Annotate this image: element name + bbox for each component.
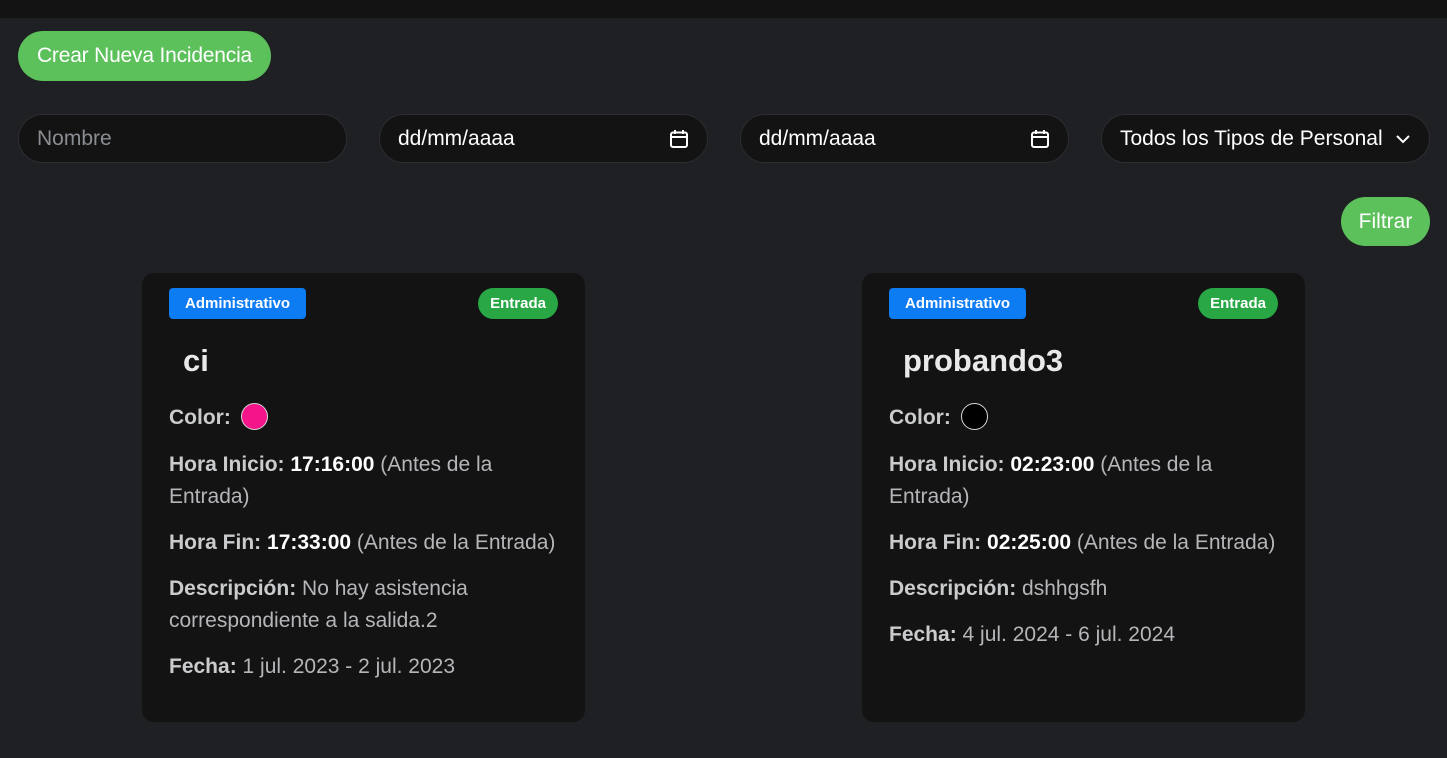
incident-card: Administrativo Entrada probando3 Color: … <box>862 273 1305 722</box>
date-label: Fecha: <box>169 655 237 678</box>
start-date-value: dd/mm/aaaa <box>398 126 515 150</box>
start-label: Hora Inicio: <box>889 453 1005 476</box>
date-range: 1 jul. 2023 - 2 jul. 2023 <box>242 655 456 678</box>
start-label: Hora Inicio: <box>169 453 285 476</box>
description-row: Descripción: No hay asistencia correspon… <box>169 573 569 637</box>
color-swatch <box>960 402 988 430</box>
end-time-row: Hora Fin: 02:25:00 (Antes de la Entrada) <box>889 527 1289 559</box>
date-range: 4 jul. 2024 - 6 jul. 2024 <box>962 623 1176 646</box>
end-label: Hora Fin: <box>169 531 262 554</box>
calendar-icon[interactable] <box>669 129 689 149</box>
end-date-value: dd/mm/aaaa <box>759 126 876 150</box>
color-label: Color: <box>169 406 231 429</box>
incident-title: probando3 <box>903 343 1064 378</box>
personnel-type-select[interactable]: Todos los Tipos de Personal <box>1101 114 1430 163</box>
start-time-row: Hora Inicio: 17:16:00 (Antes de la Entra… <box>169 449 569 513</box>
incident-title: ci <box>183 343 209 378</box>
color-label: Color: <box>889 406 951 429</box>
end-date-input[interactable]: dd/mm/aaaa <box>740 114 1069 163</box>
end-label: Hora Fin: <box>889 531 982 554</box>
chevron-down-icon <box>1395 134 1411 144</box>
color-row: Color: <box>169 402 569 434</box>
personnel-type-value: Todos los Tipos de Personal <box>1120 126 1383 150</box>
end-time: 17:33:00 <box>267 531 352 554</box>
personnel-type-badge: Administrativo <box>169 288 307 319</box>
incident-kind-badge: Entrada <box>478 288 558 319</box>
filter-button[interactable]: Filtrar <box>1341 197 1430 246</box>
end-note: (Antes de la Entrada) <box>1076 531 1276 554</box>
date-row: Fecha: 1 jul. 2023 - 2 jul. 2023 <box>169 651 569 683</box>
name-filter-placeholder: Nombre <box>37 126 112 150</box>
incident-kind-badge: Entrada <box>1198 288 1278 319</box>
date-row: Fecha: 4 jul. 2024 - 6 jul. 2024 <box>889 619 1289 651</box>
start-time: 17:16:00 <box>290 453 375 476</box>
incident-card: Administrativo Entrada ci Color: Hora In… <box>142 273 585 722</box>
name-filter-input[interactable]: Nombre <box>18 114 347 163</box>
personnel-type-badge: Administrativo <box>889 288 1027 319</box>
description-label: Descripción: <box>169 577 297 600</box>
start-time-row: Hora Inicio: 02:23:00 (Antes de la Entra… <box>889 449 1289 513</box>
date-label: Fecha: <box>889 623 957 646</box>
end-time: 02:25:00 <box>987 531 1072 554</box>
start-time: 02:23:00 <box>1010 453 1095 476</box>
color-swatch <box>240 402 268 430</box>
create-incident-button[interactable]: Crear Nueva Incidencia <box>18 31 271 81</box>
top-bar <box>0 0 1447 18</box>
start-date-input[interactable]: dd/mm/aaaa <box>379 114 708 163</box>
description-text: dshhgsfh <box>1022 577 1108 600</box>
calendar-icon[interactable] <box>1030 129 1050 149</box>
end-time-row: Hora Fin: 17:33:00 (Antes de la Entrada) <box>169 527 569 559</box>
color-row: Color: <box>889 402 1289 434</box>
description-row: Descripción: dshhgsfh <box>889 573 1289 605</box>
description-label: Descripción: <box>889 577 1017 600</box>
end-note: (Antes de la Entrada) <box>356 531 556 554</box>
